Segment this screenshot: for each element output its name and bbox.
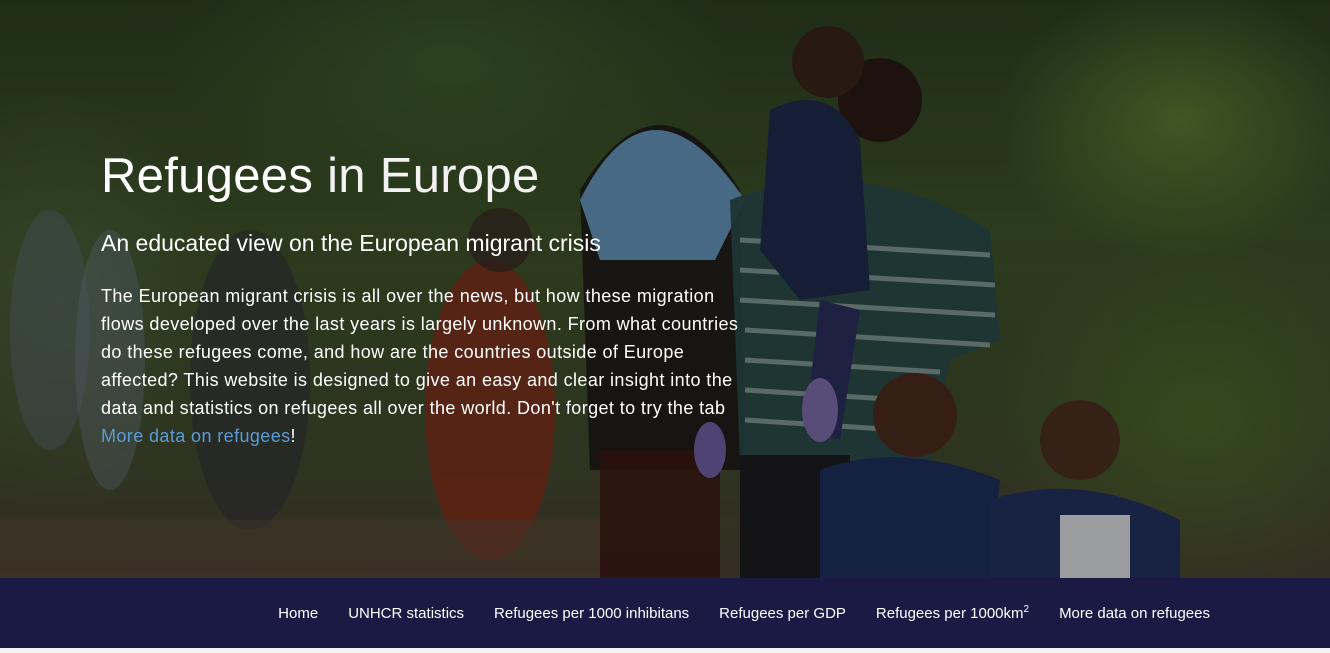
nav-refugees-per-1000km2[interactable]: Refugees per 1000km2	[876, 604, 1029, 622]
nav-superscript: 2	[1023, 604, 1030, 615]
page-subtitle: An educated view on the European migrant…	[101, 230, 601, 256]
more-data-link[interactable]: More data on refugees	[101, 426, 291, 446]
intro-text: The European migrant crisis is all over …	[101, 286, 739, 418]
nav-unhcr-statistics[interactable]: UNHCR statistics	[348, 605, 464, 622]
title-strong: Refugees	[101, 149, 314, 203]
nav-refugees-per-gdp[interactable]: Refugees per GDP	[719, 605, 846, 622]
nav-refugees-per-1000km2-label: Refugees per 1000km	[875, 605, 1024, 622]
page-bottom-strip	[0, 648, 1330, 653]
main-navbar: Home UNHCR statistics Refugees per 1000 …	[0, 578, 1330, 648]
nav-more-data[interactable]: More data on refugees	[1059, 605, 1210, 622]
page-title: Refugees in Europe	[101, 146, 761, 206]
nav-refugees-per-1000-inhabitants[interactable]: Refugees per 1000 inhibitans	[494, 605, 689, 622]
nav-items: Home UNHCR statistics Refugees per 1000 …	[248, 578, 1210, 648]
intro-paragraph: The European migrant crisis is all over …	[101, 282, 756, 450]
intro-text-end: !	[290, 426, 296, 446]
nav-home[interactable]: Home	[278, 605, 318, 622]
hero-content: Refugees in Europe An educated view on t…	[101, 146, 761, 450]
hero-banner: Refugees in Europe An educated view on t…	[0, 0, 1330, 578]
title-light: in Europe	[327, 149, 540, 203]
